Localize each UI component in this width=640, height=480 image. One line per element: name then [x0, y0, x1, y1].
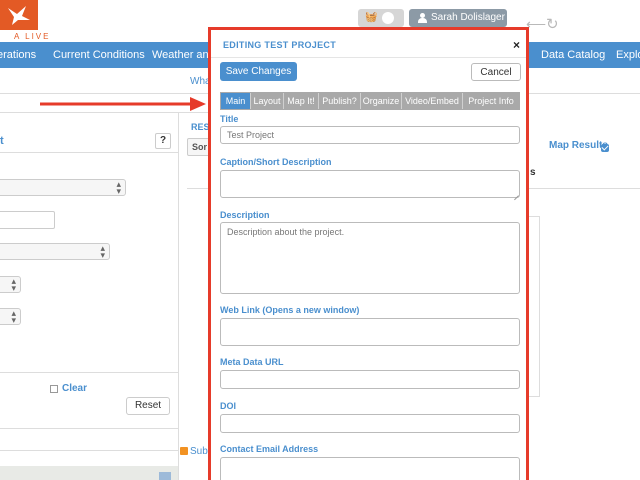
contact-label: Contact Email Address	[220, 444, 319, 454]
save-changes-button[interactable]: Save Changes	[220, 62, 297, 81]
cancel-button[interactable]: Cancel	[471, 63, 521, 81]
caption-textarea[interactable]	[220, 170, 520, 198]
description-label: Description	[220, 210, 270, 220]
weblink-label: Web Link (Opens a new window)	[220, 305, 360, 315]
metadata-label: Meta Data URL	[220, 357, 284, 367]
caption-label: Caption/Short Description	[220, 157, 332, 167]
title-label: Title	[220, 114, 239, 124]
clear-label[interactable]: Clear	[62, 383, 87, 394]
arrow-left-icon[interactable]: ⟵	[526, 16, 546, 33]
tab-project-info[interactable]: Project Info	[463, 93, 519, 109]
map-results-checkbox[interactable]	[601, 144, 609, 152]
logo-text: A LIVE	[14, 32, 51, 41]
rss-icon	[180, 447, 188, 455]
contact-input[interactable]	[220, 457, 520, 480]
nav-item-data-catalog[interactable]: Data Catalog	[541, 49, 605, 61]
resize-grip-icon[interactable]	[513, 190, 519, 196]
edit-project-modal: EDITING TEST PROJECT × Save Changes Canc…	[208, 27, 529, 480]
filter-select[interactable]: ▴ ▾	[0, 308, 21, 325]
tab-video-embed[interactable]: Video/Embed	[402, 93, 463, 109]
modal-tabs: Main Layout Map It! Publish? Organize Vi…	[220, 92, 520, 110]
description-textarea[interactable]: Description about the project.	[220, 222, 520, 294]
map-water	[159, 472, 171, 480]
toggle-knob	[382, 12, 394, 24]
help-button[interactable]: ?	[155, 133, 171, 149]
user-icon	[418, 13, 427, 23]
metadata-input[interactable]	[220, 370, 520, 389]
annotation-arrow-icon	[40, 97, 206, 111]
reset-button[interactable]: Reset	[126, 397, 170, 415]
results-heading-fragment: s	[530, 167, 536, 178]
clear-checkbox[interactable]	[50, 385, 58, 393]
subscribe-label: Sub	[190, 446, 208, 457]
bird-logo-icon	[8, 6, 30, 25]
tab-layout[interactable]: Layout	[251, 93, 284, 109]
filter-select[interactable]: ▴ ▾	[0, 243, 110, 260]
divider	[0, 112, 208, 113]
doi-input[interactable]	[220, 414, 520, 433]
results-panel	[528, 216, 540, 397]
filter-panel-title: t	[0, 135, 4, 147]
nav-item-current-conditions[interactable]: Current Conditions	[53, 49, 145, 61]
results-label: RES	[191, 122, 210, 132]
doi-label: DOI	[220, 401, 237, 411]
map-results-label[interactable]: Map Results	[549, 140, 608, 151]
modal-title: EDITING TEST PROJECT	[223, 40, 337, 50]
basket-icon: 🧺	[365, 12, 378, 23]
user-menu-button[interactable]: Sarah Dolislager	[409, 9, 507, 27]
divider	[178, 112, 179, 480]
tab-map-it[interactable]: Map It!	[284, 93, 319, 109]
filter-select[interactable]: ▴ ▾	[0, 276, 21, 293]
filter-select[interactable]: ▴ ▾	[0, 179, 126, 196]
user-name: Sarah Dolislager	[431, 12, 505, 23]
divider	[211, 57, 526, 58]
subscribe-link[interactable]: Sub	[180, 446, 208, 457]
map-preview[interactable]	[0, 466, 178, 480]
cart-toggle-button[interactable]: 🧺	[358, 9, 404, 27]
divider	[0, 152, 178, 153]
divider	[0, 450, 178, 451]
weblink-textarea[interactable]	[220, 318, 520, 346]
nav-item-operations[interactable]: erations	[0, 49, 36, 61]
tab-publish[interactable]: Publish?	[319, 93, 361, 109]
divider	[0, 372, 178, 373]
logo[interactable]	[0, 0, 38, 30]
filter-input[interactable]	[0, 211, 55, 229]
divider	[0, 428, 178, 429]
tab-main[interactable]: Main	[221, 93, 251, 109]
tab-organize[interactable]: Organize	[361, 93, 402, 109]
close-icon[interactable]: ×	[513, 38, 520, 52]
refresh-icon[interactable]: ↻	[546, 15, 559, 33]
title-input[interactable]	[220, 126, 520, 144]
nav-item-explore[interactable]: Explo	[616, 49, 640, 61]
